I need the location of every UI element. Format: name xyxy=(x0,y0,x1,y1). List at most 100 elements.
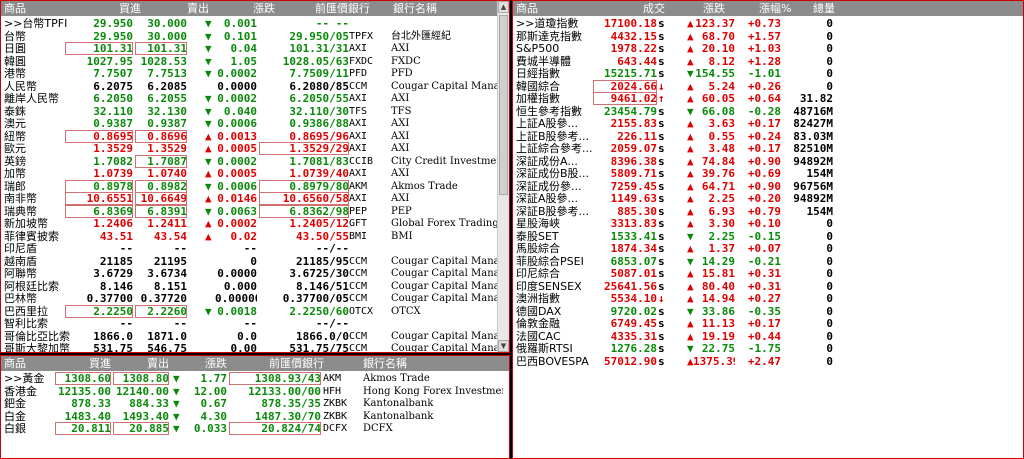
idx-row[interactable]: 深証成份B股... 5809.71 s ▲ 39.76 +0.69 154M xyxy=(513,167,1023,180)
idx-row[interactable]: 深証A股參... 1149.63 s ▲ 2.25 +0.20 94892M xyxy=(513,192,1023,205)
idx-row[interactable]: 上証綜合參考... 2059.07 s ▲ 3.48 +0.17 82510M xyxy=(513,142,1023,155)
fx-row[interactable]: 英鎊 1.7082 1.7087 ▼ 0.0002 1.7081/83 CCIB City C… xyxy=(1,154,509,168)
fx-col-close-bank[interactable]: 前匯價銀行 xyxy=(315,2,370,15)
fx-row[interactable]: 南非幣 10.6551 10.6649 ▲ 0.0146 10.6560/58 AXI AXI xyxy=(1,192,509,205)
fx-row[interactable]: 瑞典幣 6.8369 6.8391 ▼ 0.0063 6.8362/98 PEP PEP xyxy=(1,204,509,218)
fx-col-sell[interactable]: 賣出 xyxy=(187,2,209,15)
fx-row-prev: 1.2405/12 xyxy=(289,217,349,230)
fx-col-buy[interactable]: 買進 xyxy=(119,2,141,15)
fx-row[interactable]: 菲律賓披索 43.51 43.54 ▲ 0.02 43.50/55 BMI BMI xyxy=(1,230,509,243)
fx-row[interactable]: 哥倫比亞比索 1866.0 1871.0 0.0 1866.0/0 CCM Cougar C… xyxy=(1,330,509,343)
scroll-up-icon[interactable]: ▲ xyxy=(498,1,509,13)
metal-row[interactable]: >>黃金 1308.60 1308.80 ▼ 1.77 1308.93/43 AKM Akmo… xyxy=(1,372,509,385)
fx-row-buy: 0.8978 xyxy=(65,179,133,193)
fx-row[interactable]: 泰銖 32.110 32.130 ▼ 0.040 32.110/30 TFS TFS xyxy=(1,105,509,118)
fx-row-bank: Cougar Capital Manage... xyxy=(391,343,497,353)
fx-row[interactable]: 瑞郎 0.8978 0.8982 ▼ 0.0006 0.8979/80 AKM Akmos T… xyxy=(1,179,509,193)
fx-row[interactable]: 歐元 1.3529 1.3529 ▲ 0.0005 1.3529/29 AXI AXI xyxy=(1,142,509,155)
fx-row-change: 0.0013 xyxy=(217,129,257,143)
idx-row[interactable]: 費城半導體 643.44 s ▲ 8.12 +1.28 0 xyxy=(513,55,1023,68)
fx-row[interactable]: 離岸人民幣 6.2050 6.2055 ▼ 0.0002 6.2050/55 AXI AXI xyxy=(1,92,509,105)
idx-row[interactable]: 日經指數 15215.71 s ▼ 154.55 -1.01 0 xyxy=(513,67,1023,80)
fx-col-bank-name[interactable]: 銀行名稱 xyxy=(393,2,437,15)
fx-row-bank: AXI xyxy=(391,143,410,154)
fx-row[interactable]: 日圓 101.31 101.31 ▼ 0.04 101.31/31 AXI AXI xyxy=(1,42,509,55)
idx-col-volume[interactable]: 總量 xyxy=(813,2,835,15)
metal-col-product[interactable]: 商品 xyxy=(4,357,26,370)
fx-row-bank: Cougar Capital Manage... xyxy=(391,293,497,304)
metal-col-change[interactable]: 漲跌 xyxy=(205,357,227,370)
fx-row[interactable]: 印尼盾 -- -- -- --/-- xyxy=(1,242,509,255)
fx-row[interactable]: 阿根廷比索 8.146 8.151 0.000 8.146/51 CCM Cougar Ca… xyxy=(1,280,509,293)
fx-scrollbar[interactable]: ▲ ▼ xyxy=(497,1,509,352)
idx-row[interactable]: >>道瓊指數 17100.18 s ▲ 123.37 +0.73 0 xyxy=(513,17,1023,30)
fx-row[interactable]: 新加坡幣 1.2406 1.2411 ▲ 0.0002 1.2405/12 GFT Globa… xyxy=(1,217,509,230)
idx-row[interactable]: 上証B股參考... 226.11 s ▲ 0.55 +0.24 83.03M xyxy=(513,130,1023,143)
fx-row[interactable]: 紐幣 0.8695 0.8696 ▲ 0.0013 0.8695/96 AXI AXI xyxy=(1,129,509,143)
idx-row[interactable]: 印尼綜合 5087.01 s ▲ 15.81 +0.31 0 xyxy=(513,267,1023,280)
idx-row[interactable]: 印度SENSEX 25641.56 s ▲ 80.40 +0.31 0 xyxy=(513,280,1023,293)
fx-row[interactable]: 港幣 7.7507 7.7513 ▼ 0.0002 7.7509/11 PFD PFD xyxy=(1,67,509,80)
fx-row[interactable]: >>台幣TPFI 29.950 30.000 ▼ 0.001 -- -- xyxy=(1,17,509,30)
fx-row-buy: 1.2406 xyxy=(93,217,133,230)
metal-row[interactable]: 香港金 12135.00 12140.00 ▼ 12.00 12133.00/00 HFH H… xyxy=(1,385,509,398)
fx-row-prev: 101.31/31 xyxy=(289,42,349,55)
idx-row[interactable]: 菲股綜合PSEI 6853.07 s ▼ 14.29 -0.21 0 xyxy=(513,255,1023,268)
idx-row[interactable]: 巴西BOVESPA 57012.90 s ▲ 1375.39 +2.47 0 xyxy=(513,355,1023,368)
metal-row[interactable]: 白金 1483.40 1493.40 ▼ 4.30 1487.30/70 ZKBK Kanto… xyxy=(1,410,509,423)
idx-col-price[interactable]: 成交 xyxy=(643,2,665,15)
fx-row[interactable]: 韓圓 1027.95 1028.53 ▼ 1.05 1028.05/63 FXDC FXDC xyxy=(1,55,509,68)
idx-row[interactable]: 馬股綜合 1874.34 s ▲ 1.37 +0.07 0 xyxy=(513,242,1023,255)
fx-row[interactable]: 巴西里拉 2.2250 2.2260 ▼ 0.0018 2.2250/60 OTCX OTCX xyxy=(1,304,509,318)
metal-col-sell[interactable]: 賣出 xyxy=(147,357,169,370)
fx-row-prev: 6.8362/98 xyxy=(259,204,349,218)
metal-col-bank-name[interactable]: 銀行名稱 xyxy=(363,357,407,370)
idx-row[interactable]: 俄羅斯RTSI 1276.28 s ▼ 22.75 -1.75 0 xyxy=(513,342,1023,355)
idx-row[interactable]: 倫敦金融 6749.45 s ▲ 11.13 +0.17 0 xyxy=(513,317,1023,330)
idx-row[interactable]: 德國DAX 9720.02 s ▼ 33.86 -0.35 0 xyxy=(513,305,1023,318)
idx-row[interactable]: 深証B股參考... 885.30 s ▲ 6.93 +0.79 154M xyxy=(513,205,1023,218)
fx-row[interactable]: 哥斯大黎加幣 531.75 546.75 0.00 531.75/75 CCM Cougar… xyxy=(1,342,509,353)
fx-row[interactable]: 台幣 29.950 30.000 ▼ 0.101 29.950/05 TPFX 台北外匯經紀 xyxy=(1,30,509,43)
idx-row-pct: +0.26 xyxy=(747,79,781,93)
idx-row[interactable]: 澳洲指數 5534.10 ↓ ▲ 14.94 +0.27 0 xyxy=(513,292,1023,305)
metal-col-buy[interactable]: 買進 xyxy=(89,357,111,370)
idx-row[interactable]: 法國CAC 4335.31 s ▲ 19.19 +0.44 0 xyxy=(513,330,1023,343)
idx-col-change[interactable]: 漲跌 xyxy=(703,2,725,15)
idx-row-price: 3313.83 xyxy=(610,217,657,230)
idx-row-change: 3.48 xyxy=(708,142,736,155)
fx-row[interactable]: 阿聯幣 3.6729 3.6734 0.0000 3.6725/30 CCM Cougar … xyxy=(1,267,509,280)
fx-row[interactable]: 巴林幣 0.37700 0.37720 0.00000 0.37700/05 CCM Cou… xyxy=(1,292,509,305)
idx-row[interactable]: 深証成份參... 7259.45 s ▲ 64.71 +0.90 96756M xyxy=(513,180,1023,193)
idx-col-pct[interactable]: 漲幅% xyxy=(759,2,791,15)
idx-row-change: 22.75 xyxy=(701,342,735,355)
idx-col-product[interactable]: 商品 xyxy=(516,2,538,15)
fx-col-change[interactable]: 漲跌 xyxy=(253,2,275,15)
fx-scroll-thumb[interactable] xyxy=(499,15,508,195)
idx-row[interactable]: 韓國綜合 2024.66 ↓ ▲ 5.24 +0.26 0 xyxy=(513,79,1023,93)
fx-row[interactable]: 加幣 1.0739 1.0740 ▲ 0.0005 1.0739/40 AXI AXI xyxy=(1,167,509,180)
idx-row[interactable]: S&P500 1978.22 s ▲ 20.10 +1.03 0 xyxy=(513,42,1023,55)
idx-row-pct: +0.90 xyxy=(747,154,781,168)
fx-col-product[interactable]: 商品 xyxy=(4,2,26,15)
idx-row[interactable]: 深証成份A... 8396.38 s ▲ 74.84 +0.90 94892M xyxy=(513,155,1023,168)
fx-row-buy: 7.7507 xyxy=(93,67,133,80)
idx-row[interactable]: 加權指數 9461.02 ↑ ▲ 60.05 +0.64 31.82 xyxy=(513,92,1023,105)
fx-row[interactable]: 智利比索 -- -- -- --/-- xyxy=(1,317,509,330)
fx-row[interactable]: 越南盾 21185 21195 0 21185/95 CCM Cougar Capital … xyxy=(1,255,509,268)
idx-row-name: 菲股綜合PSEI xyxy=(516,254,584,268)
idx-row-pct: +1.28 xyxy=(747,54,781,68)
metal-col-close-bank[interactable]: 前匯價銀行 xyxy=(269,357,324,370)
fx-row-src: AXI xyxy=(349,43,368,54)
idx-row[interactable]: 泰股SET 1533.41 s ▼ 2.25 -0.15 0 xyxy=(513,230,1023,243)
fx-row[interactable]: 人民幣 6.2075 6.2085 0.0000 6.2080/85 CCM Cougar … xyxy=(1,80,509,93)
idx-row[interactable]: 恒生參考指數 23454.79 s ▼ 66.08 -0.28 48716M xyxy=(513,105,1023,118)
idx-row[interactable]: 那斯達克指數 4432.15 s ▲ 68.70 +1.57 0 xyxy=(513,30,1023,43)
idx-row[interactable]: 上証A股參... 2155.83 s ▲ 3.63 +0.17 82427M xyxy=(513,117,1023,130)
scroll-down-icon[interactable]: ▼ xyxy=(498,340,509,352)
metal-row[interactable]: 鈀金 878.33 884.33 ▼ 0.67 878.35/35 ZKBK Kantonal… xyxy=(1,397,509,410)
metal-row[interactable]: 白銀 20.811 20.885 ▼ 0.033 20.824/74 DCFX DCFX xyxy=(1,422,509,435)
idx-row-change: 66.08 xyxy=(701,104,735,118)
idx-row[interactable]: 星股海峽 3313.83 s ▲ 3.30 +0.10 0 xyxy=(513,217,1023,230)
fx-row[interactable]: 澳元 0.9387 0.9387 ▼ 0.0006 0.9386/88 AXI AXI xyxy=(1,117,509,130)
